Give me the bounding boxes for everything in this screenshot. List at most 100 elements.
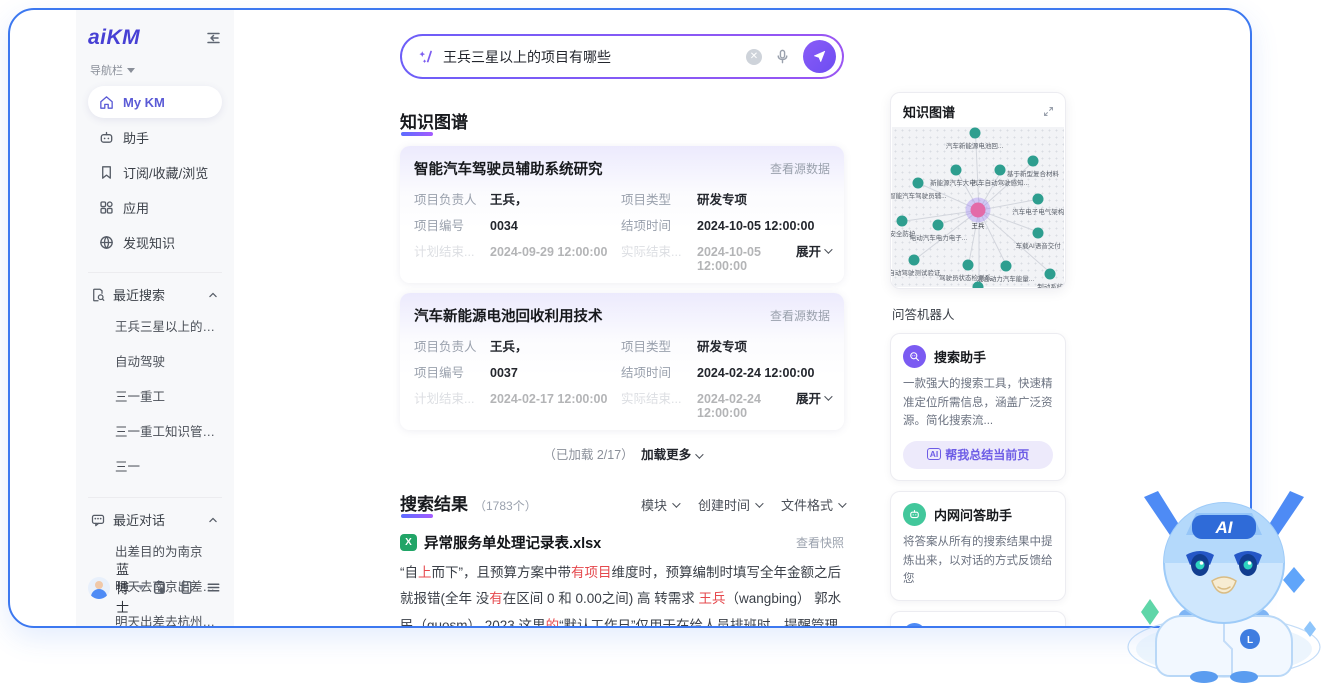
user-menu[interactable]: 蓝博士 <box>116 559 145 616</box>
chevron-up-icon[interactable] <box>206 288 220 302</box>
view-snapshot-link[interactable]: 查看快照 <box>796 534 844 551</box>
app-window: aiKM 导航栏 My KM 助手 订阅/收藏/浏览 应用 发现知识 最近搜索 王兵三星… <box>8 8 1252 628</box>
sidebar-item-4[interactable]: 发现知识 <box>88 226 222 258</box>
graph-node-label: 汽车新能源电池回... <box>945 143 1004 151</box>
graph-node[interactable] <box>932 219 944 231</box>
graph-node[interactable] <box>962 259 974 271</box>
view-source-link[interactable]: 查看源数据 <box>770 160 830 177</box>
graph-node[interactable] <box>994 164 1006 176</box>
robot-icon <box>98 129 115 146</box>
right-panel: 知识图谱 汽车新能源电池回... 基于新型复合材料 新能源汽车大电... 汽车自动驾驶… <box>890 92 1066 626</box>
menu-icon[interactable] <box>205 579 222 596</box>
ai-mascot[interactable]: L AI <box>1126 481 1322 683</box>
sidebar-item-label: 订阅/收藏/浏览 <box>123 165 209 181</box>
graph-node[interactable] <box>972 281 984 288</box>
avatar[interactable] <box>88 576 110 599</box>
recent-chat-header[interactable]: 最近对话 <box>88 510 222 529</box>
graph-node[interactable] <box>896 215 908 227</box>
sidebar-item-2[interactable]: 订阅/收藏/浏览 <box>88 156 222 188</box>
sidebar-item-0[interactable]: My KM <box>88 86 222 118</box>
recent-search-item[interactable]: 三一重工 <box>88 378 222 413</box>
ai-sparkle-icon <box>418 48 435 65</box>
sidebar-menu: My KM 助手订阅/收藏/浏览 应用发现知识 <box>88 86 222 258</box>
xlsx-file-icon: X <box>400 534 417 551</box>
recent-search-item[interactable]: 王兵三星以上的项目有... <box>88 308 222 343</box>
sidebar-item-label: 应用 <box>123 200 150 216</box>
chevron-down-icon <box>838 498 847 508</box>
kg-field: 项目类型 研发专项 <box>621 340 748 354</box>
sidebar-item-label: 助手 <box>123 130 150 146</box>
clear-icon[interactable]: ✕ <box>746 48 762 65</box>
nav-label[interactable]: 导航栏 <box>90 62 222 78</box>
graph-node-label: 混合动力汽车能量... <box>976 276 1035 284</box>
bot-description: 一款强大的搜索工具，快速精准定位所需信息，涵盖广泛资源。简化搜索流... <box>903 378 1053 428</box>
sidebar: aiKM 导航栏 My KM 助手 订阅/收藏/浏览 应用 发现知识 最近搜索 王兵三星… <box>76 10 234 626</box>
user-bar: 蓝博士 <box>88 559 222 616</box>
loaded-count: （已加载 2/17） <box>543 448 634 462</box>
search-bot-icon <box>903 345 926 368</box>
kg-field: 实际结束... 2024-02-24 12:00:00 展开 <box>621 388 833 420</box>
graph-node-label: 制动系统 <box>1037 284 1064 289</box>
graph-node[interactable] <box>908 254 920 266</box>
bot-card[interactable]: 流程助手通过对话发起流程，比如请假、出差、费用报销等 <box>890 610 1066 626</box>
load-more-button[interactable]: 加载更多 <box>641 448 704 462</box>
graph-node-label: 智能汽车驾驶员辅... <box>890 193 947 200</box>
note-icon[interactable] <box>178 579 195 596</box>
filter-文件格式[interactable]: 文件格式 <box>781 495 847 514</box>
filter-创建时间[interactable]: 创建时间 <box>698 495 764 514</box>
bot-card[interactable]: 内网问答助手 将答案从所有的搜索结果中提炼出来，以对话的方式反馈给您 <box>890 490 1066 601</box>
graph-node[interactable] <box>1000 260 1012 272</box>
screen: { "app": { "logo": "aiKM", "nav_label": … <box>0 0 1322 683</box>
chevron-up-icon[interactable] <box>206 513 220 527</box>
graph-node[interactable] <box>1044 268 1056 280</box>
kg-card: 智能汽车驾驶员辅助系统研究 查看源数据 项目负责人 王兵， 项目类型 研发专项 项目编号 00… <box>400 146 844 283</box>
result-title[interactable]: 异常服务单处理记录表.xlsx <box>424 532 796 553</box>
caret-down-icon <box>127 67 135 73</box>
summarize-page-button[interactable]: AI 帮我总结当前页 <box>903 440 1053 469</box>
mini-kg-title: 知识图谱 <box>903 105 956 120</box>
send-button[interactable] <box>803 40 836 73</box>
chevron-down-icon <box>694 450 704 459</box>
results-count: （1783个） <box>474 499 537 513</box>
result-snippet: “自上而下”，且预算方案中带有项目维度时，预算编制时填写全年金额之后就报错(全年… <box>400 565 842 628</box>
sidebar-item-1[interactable]: 助手 <box>88 121 222 153</box>
kg-field: 项目编号 0034 <box>414 219 518 233</box>
kg-field: 结项时间 2024-02-24 12:00:00 <box>621 366 815 380</box>
kg-field: 项目编号 0037 <box>414 366 518 380</box>
grid-icon <box>98 199 115 216</box>
graph-center-node[interactable] <box>970 202 986 218</box>
kg-section-title: 知识图谱 <box>400 108 468 136</box>
recent-search-item[interactable]: 三一 <box>88 448 222 483</box>
chat-icon <box>90 512 106 528</box>
expand-card-button[interactable]: 展开 <box>796 241 833 260</box>
collapse-sidebar-icon[interactable] <box>204 29 222 52</box>
view-source-link[interactable]: 查看源数据 <box>770 307 830 324</box>
doc-search-icon <box>90 287 106 303</box>
knowledge-graph-canvas[interactable]: 汽车新能源电池回... 基于新型复合材料 新能源汽车大电... 汽车自动驾驶感知...… <box>890 127 1064 289</box>
filter-模块[interactable]: 模块 <box>641 495 681 514</box>
sidebar-item-3[interactable]: 应用 <box>88 191 222 223</box>
kg-card-title: 汽车新能源电池回收利用技术 <box>414 309 603 325</box>
graph-node[interactable] <box>1027 155 1039 167</box>
chevron-down-icon <box>672 498 681 508</box>
graph-node-label: 基于新型复合材料 <box>1007 170 1060 178</box>
graph-node[interactable] <box>912 177 924 189</box>
recent-search-item[interactable]: 自动驾驶 <box>88 343 222 378</box>
svg-text:AI: AI <box>1215 518 1234 537</box>
svg-text:L: L <box>1247 635 1253 646</box>
search-bar: ✕ <box>400 34 844 79</box>
graph-node[interactable] <box>1032 227 1044 239</box>
expand-icon[interactable] <box>1042 105 1055 118</box>
graph-node[interactable] <box>1032 193 1044 205</box>
load-more-row: （已加载 2/17） 加载更多 <box>400 444 844 463</box>
task-icon[interactable] <box>151 579 168 596</box>
recent-search-header[interactable]: 最近搜索 <box>88 285 222 304</box>
microphone-icon[interactable] <box>774 48 791 65</box>
recent-search-item[interactable]: 三一重工知识管理项目 <box>88 413 222 448</box>
bot-card[interactable]: 搜索助手 一款强大的搜索工具，快速精准定位所需信息，涵盖广泛资源。简化搜索流...… <box>890 333 1066 481</box>
graph-node[interactable] <box>969 127 981 139</box>
search-input[interactable] <box>443 48 738 65</box>
graph-node[interactable] <box>950 164 962 176</box>
graph-node-label: 电动汽车电力电子... <box>909 234 968 242</box>
expand-card-button[interactable]: 展开 <box>796 388 833 407</box>
